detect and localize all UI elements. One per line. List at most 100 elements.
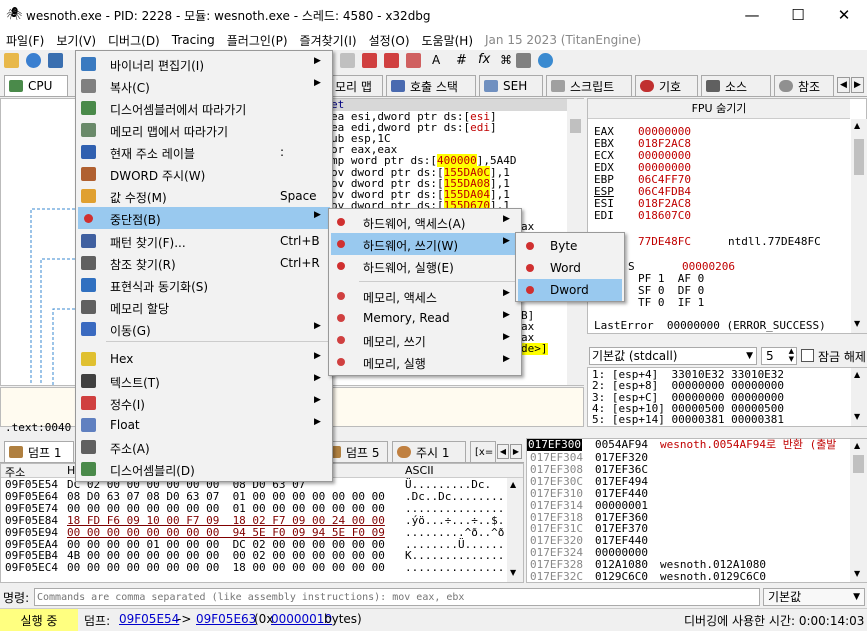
registers-pane[interactable]: FPU 숨기기 EAX 00000000 EBX 018F2AC8 ECX 0000000… (587, 98, 867, 334)
tab-scroll-right-button[interactable]: ▶ (851, 77, 864, 93)
context-menu-item[interactable]: DWORD 주시(W) (78, 163, 330, 185)
args-scrollbar[interactable]: ▲ ▼ (851, 368, 867, 426)
menu-help[interactable]: 도움말(H) (416, 32, 480, 49)
stack-top-address[interactable]: 017EF300 (527, 438, 582, 452)
lock-checkbox[interactable] (801, 349, 814, 362)
bookmark-icon[interactable] (384, 53, 399, 68)
context-menu-item[interactable]: 디스어셈블리(D) (78, 458, 330, 480)
dump-hex[interactable]: 00 00 00 00 00 00 00 00 94 5E F0 09 94 5… (67, 526, 385, 539)
command-input[interactable] (34, 588, 760, 606)
registers-scroll-thumb[interactable] (854, 139, 864, 175)
context-menu-item[interactable]: 현재 주소 레이블: (78, 141, 330, 163)
breakpoint-menu-item[interactable]: 메모리, 액세스 ▶ (331, 285, 519, 307)
dump-ascii[interactable]: .........^ð..^ð. (405, 526, 511, 539)
menu-tracing[interactable]: Tracing (166, 33, 221, 47)
step-icon[interactable] (340, 53, 355, 68)
breakpoint-menu-item[interactable]: Memory, Read ▶ (331, 307, 519, 329)
tab-call-stack[interactable]: 호출 스택 (386, 75, 476, 96)
context-menu-item[interactable]: 메모리 맵에서 따라가기 (78, 119, 330, 141)
context-menu-item[interactable]: 패턴 찾기(F)... Ctrl+B (78, 230, 330, 252)
argument-row[interactable]: 5: [esp+14] 00000381 00000381 (592, 413, 784, 426)
stack-address[interactable]: 017EF314 (530, 499, 583, 512)
breakpoint-menu-item[interactable]: 메모리, 쓰기 ▶ (331, 329, 519, 351)
context-menu-item[interactable]: 복사(C) ▶ (78, 75, 330, 97)
tab-locals[interactable]: [x= (470, 441, 496, 462)
globe-icon[interactable] (538, 53, 553, 68)
menu-favourites[interactable]: 즐겨찾기(I) (294, 32, 363, 49)
size-menu-item[interactable]: Word (518, 257, 622, 279)
context-menu-item[interactable]: 주소(A) (78, 436, 330, 458)
disasm-scroll-thumb[interactable] (570, 119, 581, 133)
stack-address[interactable]: 017EF32C (530, 570, 583, 583)
context-menu-item[interactable]: 값 수정(M) Space (78, 185, 330, 207)
tab-dump1[interactable]: 덤프 1 (4, 441, 74, 462)
breakpoint-menu-item[interactable]: 하드웨어, 실행(E) (331, 255, 519, 277)
context-menu-item[interactable]: Float ▶ (78, 414, 330, 436)
status-to-link[interactable]: 09F05E63 (196, 612, 256, 626)
calculator-icon[interactable] (516, 53, 531, 68)
breakpoint-menu-item[interactable]: 하드웨어, 쓰기(W) ▶ (331, 233, 519, 255)
context-menu-item[interactable]: 정수(I) ▶ (78, 392, 330, 414)
dump-scrollbar[interactable]: ▲ ▼ (507, 478, 523, 582)
patch-icon[interactable] (362, 53, 377, 68)
dump-tab-scroll-left-button[interactable]: ◀ (497, 444, 509, 459)
maximize-button[interactable]: ☐ (775, 0, 821, 30)
minimize-button[interactable]: — (729, 0, 775, 30)
close-button[interactable]: ✕ (821, 0, 867, 30)
open-icon[interactable] (4, 53, 19, 68)
context-menu-item[interactable]: 중단점(B) ▶ (78, 207, 330, 229)
stack-pane[interactable]: 017EF300 0054AF94 wesnoth.0054AF94로 반환 (… (526, 438, 867, 583)
function-icon[interactable]: fx (478, 52, 490, 67)
menu-plugins[interactable]: 플러그인(P) (221, 32, 294, 49)
command-mode-select[interactable]: 기본값 ▼ (763, 588, 865, 606)
scroll-up-icon[interactable]: ▲ (854, 370, 860, 379)
menu-file[interactable]: 파일(F) (0, 32, 50, 49)
context-menu-item[interactable]: 메모리 할당 (78, 296, 330, 318)
tab-symbols[interactable]: 기호 (635, 75, 698, 96)
dump-address[interactable]: 09F05E94 (5, 526, 58, 539)
tab-references[interactable]: 참조 (774, 75, 834, 96)
eip-value[interactable]: 77DE48FC (638, 235, 691, 248)
stack-value[interactable]: 0129C6C0 (595, 570, 648, 583)
dump-tab-scroll-right-button[interactable]: ▶ (510, 444, 522, 459)
menu-options[interactable]: 설정(O) (363, 32, 416, 49)
size-menu-item[interactable]: Dword (518, 279, 622, 301)
size-menu-item[interactable]: Byte (518, 235, 622, 257)
spinner-icon[interactable]: ▲ ▼ (789, 347, 794, 363)
tab-source[interactable]: 소스 (701, 75, 771, 96)
menu-debug[interactable]: 디버그(D) (102, 32, 166, 49)
tab-script[interactable]: 스크립트 (546, 75, 632, 96)
tab-watch1[interactable]: 주시 1 (392, 441, 466, 462)
context-menu-item[interactable]: 참조 찾기(R) Ctrl+R (78, 252, 330, 274)
restart-icon[interactable] (26, 53, 41, 68)
scroll-up-icon[interactable]: ▲ (854, 121, 860, 130)
shortcut-icon[interactable]: ⌘ (500, 53, 512, 67)
arguments-pane[interactable]: 1: [esp+4] 33010E32 33010E32 2: [esp+8] 0… (587, 367, 867, 427)
dump-hex[interactable]: 00 00 00 00 00 00 00 00 18 00 00 00 00 0… (67, 562, 385, 574)
scroll-down-icon[interactable]: ▼ (854, 319, 860, 328)
scroll-down-icon[interactable]: ▼ (510, 568, 516, 577)
stop-icon[interactable] (48, 53, 63, 68)
breakpoint-menu-item[interactable]: 메모리, 실행 ▶ (331, 351, 519, 373)
context-menu-item[interactable]: 바이너리 편집기(I) ▶ (78, 53, 330, 75)
menu-view[interactable]: 보기(V) (50, 32, 102, 49)
dump-ascii[interactable]: ............... (405, 562, 504, 574)
hash-icon[interactable]: # (456, 53, 467, 68)
scroll-up-icon[interactable]: ▲ (510, 480, 516, 489)
status-size-link[interactable]: 00000010 (271, 612, 332, 626)
registers-scrollbar[interactable]: ▲ ▼ (851, 119, 867, 333)
scroll-up-icon[interactable]: ▲ (854, 441, 860, 450)
stack-top-value[interactable]: 0054AF94 (595, 438, 648, 451)
dump-address[interactable]: 09F05EC4 (5, 562, 58, 574)
scroll-down-icon[interactable]: ▼ (854, 569, 860, 578)
status-from-link[interactable]: 09F05E54 (119, 612, 179, 626)
context-menu-item[interactable]: 표현식과 동기화(S) (78, 274, 330, 296)
context-menu-item[interactable]: Hex ▶ (78, 348, 330, 370)
fpu-toggle-header[interactable]: FPU 숨기기 (588, 99, 850, 119)
register-value[interactable]: 018607C0 (638, 209, 691, 222)
tab-memory-map[interactable]: 모리 맵 (330, 75, 383, 96)
font-icon[interactable]: A (432, 53, 440, 67)
tab-scroll-left-button[interactable]: ◀ (837, 77, 850, 93)
tab-cpu[interactable]: CPU (4, 75, 68, 96)
context-menu-item[interactable]: 이동(G) ▶ (78, 318, 330, 340)
